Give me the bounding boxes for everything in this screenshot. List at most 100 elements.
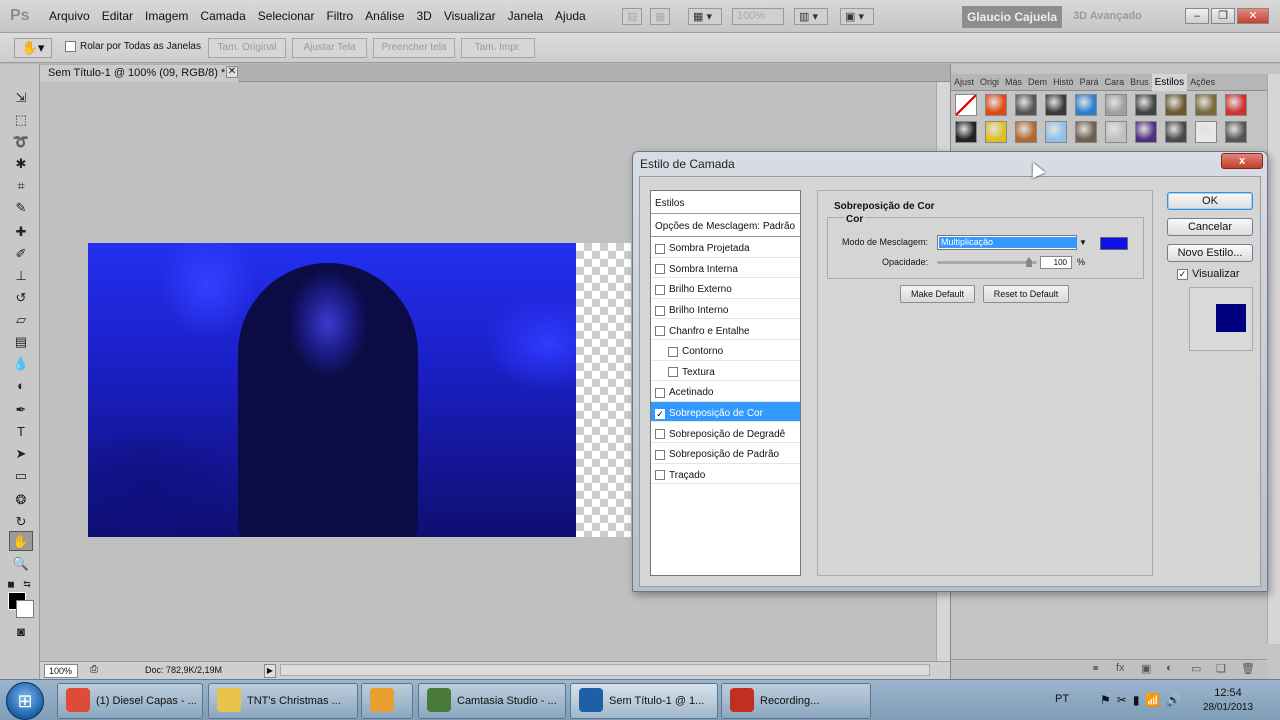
screen-mode-dropdown[interactable]: ▣ ▾ — [840, 8, 874, 25]
start-button[interactable]: ⊞ — [6, 682, 44, 720]
style-checkbox[interactable] — [655, 284, 665, 295]
style-item[interactable]: Brilho Externo — [651, 278, 800, 299]
dodge-tool-icon[interactable]: ◐ — [9, 376, 33, 396]
new-layer-icon[interactable]: ❑ — [1216, 662, 1226, 675]
style-checkbox[interactable] — [655, 305, 665, 316]
language-indicator[interactable]: PT — [1055, 693, 1069, 705]
link-icon[interactable]: ⚭ — [1091, 662, 1100, 675]
taskbar-item[interactable]: Sem Título-1 @ 1... — [570, 683, 718, 719]
make-default-button[interactable]: Make Default — [900, 285, 975, 303]
style-swatch[interactable] — [1045, 94, 1067, 116]
fill-screen-button[interactable]: Preencher tela — [373, 38, 455, 58]
workspace-3d-button[interactable]: 3D Avançado — [1073, 10, 1142, 22]
hand-tool-icon[interactable]: ✋ — [9, 531, 33, 551]
clock-time[interactable]: 12:54 — [1203, 687, 1253, 699]
style-swatch[interactable] — [1165, 94, 1187, 116]
tab-origem[interactable]: Origi — [977, 74, 1002, 91]
taskbar-item[interactable]: TNT's Christmas ... — [208, 683, 358, 719]
menu-imagem[interactable]: Imagem — [145, 9, 188, 23]
style-swatch[interactable] — [1075, 121, 1097, 143]
style-swatch[interactable] — [1075, 94, 1097, 116]
fx-icon[interactable]: fx — [1116, 662, 1125, 674]
style-swatch[interactable] — [1135, 94, 1157, 116]
quick-selection-tool-icon[interactable]: ✱ — [9, 154, 33, 174]
taskbar-item[interactable] — [361, 683, 413, 719]
history-brush-tool-icon[interactable]: ↺ — [9, 288, 33, 308]
print-size-button[interactable]: Tam. Impr. — [461, 38, 535, 58]
style-checkbox[interactable] — [655, 429, 665, 440]
style-item[interactable]: Sobreposição de Padrão — [651, 443, 800, 464]
document-horizontal-scrollbar[interactable] — [280, 664, 930, 676]
document-tab[interactable]: Sem Título-1 @ 100% (09, RGB/8) * — [40, 65, 238, 82]
menu-ajuda[interactable]: Ajuda — [555, 9, 586, 23]
minimize-icon[interactable]: – — [1185, 8, 1209, 24]
style-swatch[interactable] — [1105, 121, 1127, 143]
swap-colors-icon[interactable]: ⇆ — [20, 574, 34, 594]
workspace-active-button[interactable]: Glaucio Cajuela — [962, 6, 1062, 28]
menu-selecionar[interactable]: Selecionar — [258, 9, 315, 23]
menu-camada[interactable]: Camada — [200, 9, 245, 23]
style-swatch[interactable] — [955, 121, 977, 143]
close-icon[interactable]: ✕ — [1237, 8, 1269, 24]
menu-janela[interactable]: Janela — [508, 9, 543, 23]
3d-orbit-tool-icon[interactable]: ↻ — [9, 512, 33, 532]
eyedropper-tool-icon[interactable]: ✎ — [9, 198, 33, 218]
style-item[interactable]: Acetinado — [651, 381, 800, 402]
trash-icon[interactable]: 🗑 — [1241, 662, 1255, 675]
cancel-button[interactable]: Cancelar — [1167, 218, 1253, 236]
panel-scrollbar[interactable] — [1267, 74, 1280, 644]
opacity-input[interactable]: 100 — [1040, 256, 1072, 269]
dialog-close-icon[interactable]: x — [1221, 153, 1263, 169]
style-item[interactable]: Sombra Interna — [651, 258, 800, 279]
launch-bridge-icon[interactable]: ▤ — [622, 8, 642, 25]
tab-caractere[interactable]: Cara — [1102, 74, 1128, 91]
opacity-slider[interactable] — [937, 261, 1037, 264]
style-swatch[interactable] — [1165, 121, 1187, 143]
style-item[interactable]: Brilho Interno — [651, 299, 800, 320]
style-swatch[interactable] — [1225, 94, 1247, 116]
style-swatch[interactable] — [985, 121, 1007, 143]
style-item[interactable]: Chanfro e Entalhe — [651, 319, 800, 340]
menu-editar[interactable]: Editar — [102, 9, 133, 23]
style-swatch[interactable] — [1045, 121, 1067, 143]
blend-mode-select[interactable]: Multiplicação — [937, 235, 1077, 250]
style-swatch[interactable] — [955, 94, 977, 116]
crop-tool-icon[interactable]: ⌗ — [9, 176, 33, 196]
taskbar-item[interactable]: Recording... — [721, 683, 871, 719]
3d-rotate-tool-icon[interactable]: ❂ — [9, 490, 33, 510]
ok-button[interactable]: OK — [1167, 192, 1253, 210]
scroll-all-checkbox[interactable] — [65, 41, 76, 52]
reset-to-default-button[interactable]: Reset to Default — [983, 285, 1069, 303]
move-tool-icon[interactable]: ⇲ — [9, 88, 33, 108]
clone-stamp-tool-icon[interactable]: ⊥ — [9, 266, 33, 286]
menu-analise[interactable]: Análise — [365, 9, 404, 23]
style-checkbox[interactable]: ✓ — [655, 408, 665, 419]
style-checkbox[interactable] — [655, 449, 665, 460]
menu-3d[interactable]: 3D — [417, 9, 432, 23]
tab-mascaras[interactable]: Más — [1002, 74, 1025, 91]
style-checkbox[interactable] — [655, 264, 665, 275]
style-swatch[interactable] — [985, 94, 1007, 116]
path-selection-tool-icon[interactable]: ➤ — [9, 444, 33, 464]
tab-estilos[interactable]: Estilos — [1151, 74, 1188, 91]
styles-list-header[interactable]: Estilos — [651, 191, 800, 214]
taskbar-item[interactable]: (1) Diesel Capas - ... — [57, 683, 203, 719]
marquee-tool-icon[interactable]: ⬚ — [9, 110, 33, 130]
style-checkbox[interactable] — [655, 470, 665, 481]
restore-icon[interactable]: ❐ — [1211, 8, 1235, 24]
style-item[interactable]: Traçado — [651, 464, 800, 485]
brush-tool-icon[interactable]: ✐ — [9, 244, 33, 264]
style-item[interactable]: ✓ Sobreposição de Cor — [651, 401, 800, 423]
tab-acoes[interactable]: Ações — [1187, 74, 1218, 91]
mask-icon[interactable]: ▣ — [1141, 662, 1151, 675]
gradient-tool-icon[interactable]: ▤ — [9, 332, 33, 352]
zoom-level-dropdown[interactable]: 100% — [732, 8, 784, 25]
status-icon[interactable]: ⎙ — [90, 664, 98, 675]
menu-visualizar[interactable]: Visualizar — [444, 9, 496, 23]
arrange-documents-dropdown[interactable]: ▥ ▾ — [794, 8, 828, 25]
adjustment-icon[interactable]: ◐ — [1166, 662, 1173, 674]
type-tool-icon[interactable]: T — [9, 422, 33, 442]
preview-checkbox[interactable]: ✓ — [1177, 268, 1188, 280]
tab-paragrafo[interactable]: Pará — [1077, 74, 1102, 91]
pen-tool-icon[interactable]: ✒ — [9, 400, 33, 420]
